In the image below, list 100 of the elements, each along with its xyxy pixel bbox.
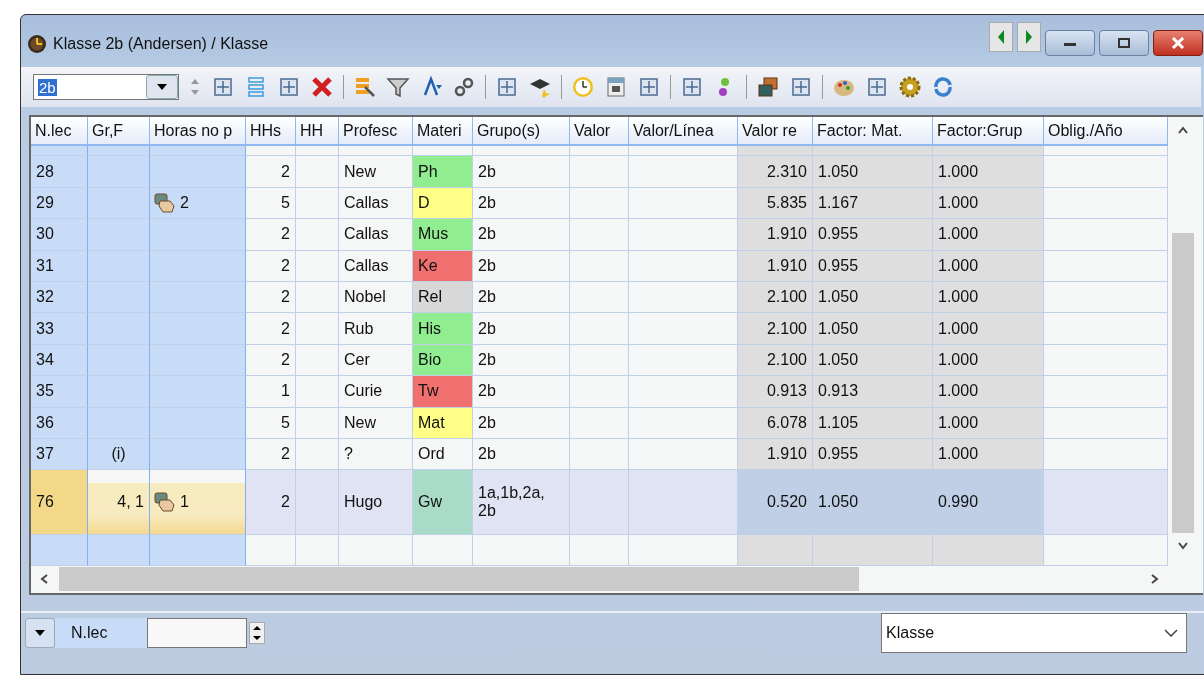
- refresh-icon[interactable]: [931, 75, 955, 99]
- table-cell: 1: [180, 493, 189, 512]
- subject-cell: Mat: [413, 407, 473, 439]
- column-header[interactable]: Factor: Mat.: [813, 117, 933, 145]
- dropdown-button[interactable]: [25, 618, 55, 648]
- close-button[interactable]: [1153, 30, 1203, 56]
- window-title: Klasse 2b (Andersen) / Klasse: [53, 35, 269, 53]
- table-cell: 2.100: [738, 313, 813, 345]
- column-header[interactable]: HHs: [246, 117, 296, 145]
- table-cell: 2: [246, 470, 296, 536]
- empty-cell: [570, 407, 629, 439]
- empty-cell: [296, 156, 339, 188]
- vertical-scrollbar[interactable]: [1172, 233, 1194, 533]
- table-row[interactable]: 30 2 Callas Mus 2b 1.910 0.955 1.000: [31, 219, 1168, 251]
- table-cell: 2: [246, 219, 296, 251]
- table-cell: 33: [31, 313, 88, 345]
- column-header[interactable]: Profesc: [339, 117, 413, 145]
- table-cell: 1.050: [813, 470, 933, 536]
- class-combo-box[interactable]: 2b: [33, 74, 179, 100]
- dropdown-button[interactable]: [146, 75, 178, 99]
- table-cell: 2: [180, 193, 189, 212]
- grid-icon[interactable]: [211, 75, 235, 99]
- link-icon[interactable]: [452, 75, 476, 99]
- clock-icon[interactable]: [571, 75, 595, 99]
- table-row[interactable]: 35 1 Curie Tw 2b 0.913 0.913 1.000: [31, 376, 1168, 408]
- table-row[interactable]: 37 (i) 2 ? Ord 2b 1.910 0.955 1.000: [31, 438, 1168, 471]
- column-header[interactable]: Materi: [413, 117, 473, 145]
- empty-cell: [296, 250, 339, 282]
- column-header[interactable]: Horas no p: [150, 117, 246, 145]
- table-row[interactable]: 36 5 New Mat 2b 6.078 1.105 1.000: [31, 407, 1168, 439]
- empty-cell: [570, 470, 629, 536]
- table-cell: 2b: [473, 376, 570, 408]
- table-cell: [88, 376, 150, 408]
- table-cell: 0.520: [738, 470, 813, 536]
- filter-icon[interactable]: [386, 75, 410, 99]
- select-value: Klasse: [886, 624, 935, 642]
- table-cell: 34: [31, 344, 88, 377]
- table-row[interactable]: 31 2 Callas Ke 2b 1.910 0.955 1.000: [31, 250, 1168, 282]
- view-select[interactable]: Klasse: [881, 613, 1187, 653]
- close-icon: [1171, 37, 1185, 49]
- table-cell: 30: [31, 219, 88, 251]
- column-header[interactable]: Valor: [570, 117, 629, 145]
- column-header[interactable]: Grupo(s): [473, 117, 570, 145]
- caret-down-icon: [34, 629, 46, 637]
- spinner-icon[interactable]: [249, 622, 266, 644]
- table-cell: 2b: [473, 187, 570, 220]
- column-header[interactable]: N.lec: [31, 117, 88, 145]
- column-header[interactable]: Valor re: [738, 117, 813, 145]
- table-cell: 1.000: [933, 438, 1044, 471]
- field-label: N.lec: [55, 618, 148, 648]
- table-cell: 2b: [473, 219, 570, 251]
- triangle-right-icon: [1024, 29, 1034, 45]
- subject-cell: Tw: [413, 376, 473, 408]
- empty-cell: [570, 156, 629, 188]
- table-cell: 2.100: [738, 344, 813, 377]
- column-header[interactable]: Gr,F: [88, 117, 150, 145]
- column-header[interactable]: Valor/Línea: [629, 117, 738, 145]
- input-field[interactable]: [147, 618, 248, 648]
- gear-icon[interactable]: [898, 75, 922, 99]
- table-cell: 2b: [473, 250, 570, 282]
- subject-cell: Ph: [413, 156, 473, 188]
- table-cell: 2.100: [738, 281, 813, 314]
- table-cell: 36: [31, 407, 88, 439]
- table-cell: 5.835: [738, 187, 813, 220]
- table-row[interactable]: 32 2 Nobel Rel 2b 2.100 1.050 1.000: [31, 281, 1168, 314]
- table-cell: [88, 156, 150, 188]
- subject-cell: Bio: [413, 344, 473, 377]
- delete-icon[interactable]: [310, 75, 334, 99]
- table-cell: [88, 219, 150, 251]
- table-cell: 1a,1b,2a, 2b: [473, 470, 570, 536]
- previous-button[interactable]: [989, 22, 1013, 52]
- table-cell: [88, 250, 150, 282]
- next-button[interactable]: [1017, 22, 1041, 52]
- window-icon[interactable]: [756, 75, 780, 99]
- table-row[interactable]: 76 4, 1 1 2 Hugo Gw 1a,1b,2a, 2b 0.520 1.050 0.990: [31, 470, 1168, 536]
- calendar-icon[interactable]: [604, 75, 628, 99]
- horizontal-scrollbar[interactable]: [59, 567, 859, 592]
- chevron-down-icon: [1164, 629, 1178, 637]
- column-header[interactable]: Factor:Grup: [933, 117, 1044, 145]
- table-cell: 1.000: [933, 156, 1044, 188]
- table-cell: 35: [31, 376, 88, 408]
- table-row[interactable]: 34 2 Cer Bio 2b 2.100 1.050 1.000: [31, 344, 1168, 377]
- table-cell: 1.000: [933, 313, 1044, 345]
- edit-list-icon[interactable]: [353, 75, 377, 99]
- column-header[interactable]: HH: [296, 117, 339, 145]
- empty-cell: [296, 281, 339, 314]
- column-header[interactable]: Oblig./Año: [1044, 117, 1168, 145]
- minimize-button[interactable]: [1045, 30, 1095, 56]
- subject-cell: Mus: [413, 219, 473, 251]
- table-row[interactable]: 29 2 5 Callas D 2b 5.835 1.167 1.000: [31, 187, 1168, 220]
- maximize-button[interactable]: [1099, 30, 1149, 56]
- table-cell: 2: [246, 250, 296, 282]
- subject-cell: Ke: [413, 250, 473, 282]
- table-cell: 6.078: [738, 407, 813, 439]
- table-cell: [88, 187, 150, 220]
- table-row[interactable]: 28 2 New Ph 2b 2.310 1.050 1.000: [31, 156, 1168, 188]
- subject-cell: Ord: [413, 438, 473, 471]
- clock-icon: [27, 34, 47, 54]
- table-row[interactable]: 33 2 Rub His 2b 2.100 1.050 1.000: [31, 313, 1168, 345]
- table-cell: 76: [31, 470, 88, 536]
